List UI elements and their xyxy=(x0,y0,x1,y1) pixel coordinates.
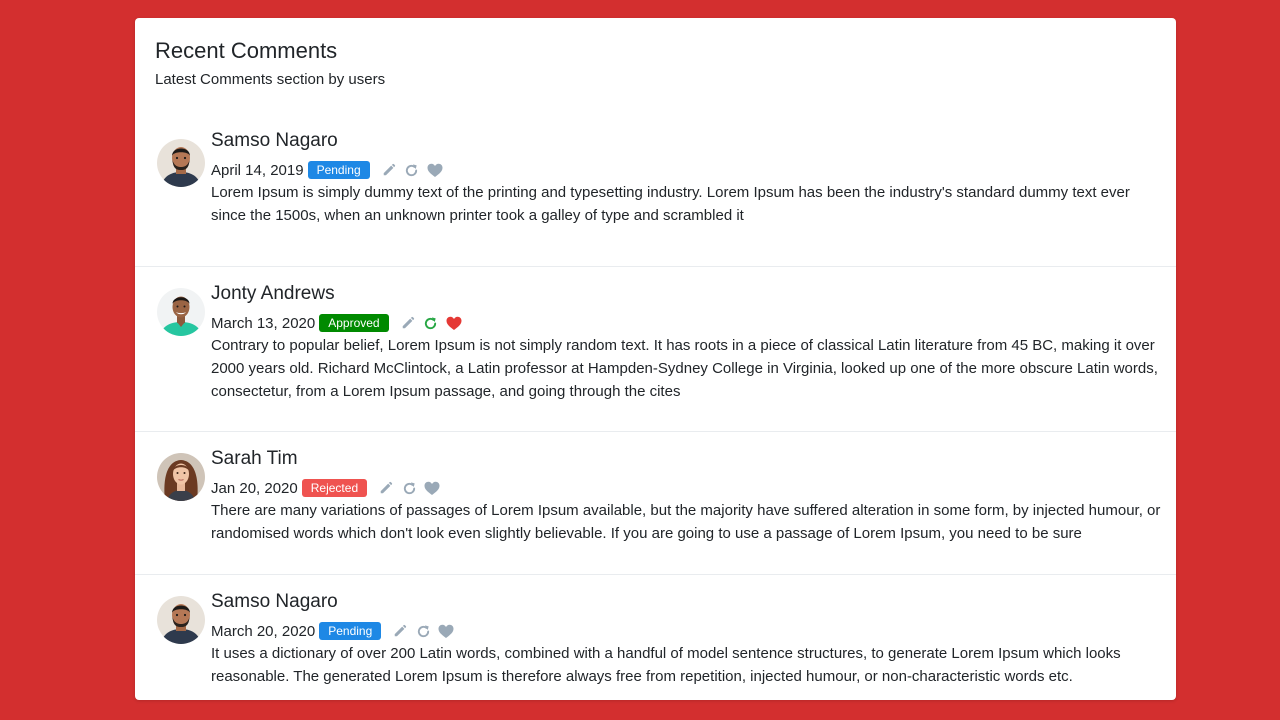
avatar xyxy=(157,288,205,336)
comment-author: Samso Nagaro xyxy=(211,130,338,151)
comment-date: March 20, 2020 xyxy=(211,622,316,640)
refresh-icon[interactable] xyxy=(422,314,440,332)
refresh-icon[interactable] xyxy=(414,622,432,640)
page-title: Recent Comments xyxy=(155,38,338,63)
avatar xyxy=(157,596,205,644)
comment-item: Jonty Andrews March 13, 2020 Approved Co… xyxy=(135,267,1176,432)
pencil-icon[interactable] xyxy=(399,314,417,332)
status-badge: Pending xyxy=(307,161,370,179)
heart-icon[interactable] xyxy=(426,161,444,179)
comment-author: Sarah Tim xyxy=(211,448,298,469)
comment-date: April 14, 2019 xyxy=(211,161,304,179)
comment-author: Jonty Andrews xyxy=(211,283,335,304)
pencil-icon[interactable] xyxy=(391,622,409,640)
heart-icon[interactable] xyxy=(423,479,441,497)
status-badge: Approved xyxy=(319,314,389,332)
comment-text: There are many variations of passages of… xyxy=(211,502,1161,542)
heart-icon[interactable] xyxy=(437,622,455,640)
comment-item: Sarah Tim Jan 20, 2020 Rejected There ar… xyxy=(135,432,1176,575)
avatar xyxy=(157,453,205,501)
comment-meta: March 13, 2020 Approved xyxy=(211,313,1164,333)
refresh-icon[interactable] xyxy=(403,161,421,179)
pencil-icon[interactable] xyxy=(377,479,395,497)
status-badge: Rejected xyxy=(301,479,368,497)
comment-text: Contrary to popular belief, Lorem Ipsum … xyxy=(211,337,1158,400)
status-badge: Pending xyxy=(319,622,382,640)
comment-item: Samso Nagaro March 20, 2020 Pending It u… xyxy=(135,575,1176,700)
comment-meta: Jan 20, 2020 Rejected xyxy=(211,478,1164,498)
heart-icon[interactable] xyxy=(445,314,463,332)
comment-list: Samso Nagaro April 14, 2019 Pending Lore… xyxy=(135,113,1176,700)
recent-comments-card: Recent Comments Latest Comments section … xyxy=(135,18,1176,700)
comment-date: March 13, 2020 xyxy=(211,314,316,332)
page-subtitle: Latest Comments section by users xyxy=(155,71,386,88)
comment-meta: April 14, 2019 Pending xyxy=(211,160,1164,180)
comment-text: It uses a dictionary of over 200 Latin w… xyxy=(211,645,1121,685)
comment-author: Samso Nagaro xyxy=(211,591,338,612)
pencil-icon[interactable] xyxy=(380,161,398,179)
refresh-icon[interactable] xyxy=(400,479,418,497)
comment-item: Samso Nagaro April 14, 2019 Pending Lore… xyxy=(135,113,1176,267)
comment-text: Lorem Ipsum is simply dummy text of the … xyxy=(211,184,1130,224)
comment-meta: March 20, 2020 Pending xyxy=(211,621,1164,641)
comment-date: Jan 20, 2020 xyxy=(211,479,298,497)
card-header: Recent Comments Latest Comments section … xyxy=(135,18,1176,113)
avatar xyxy=(157,139,205,187)
